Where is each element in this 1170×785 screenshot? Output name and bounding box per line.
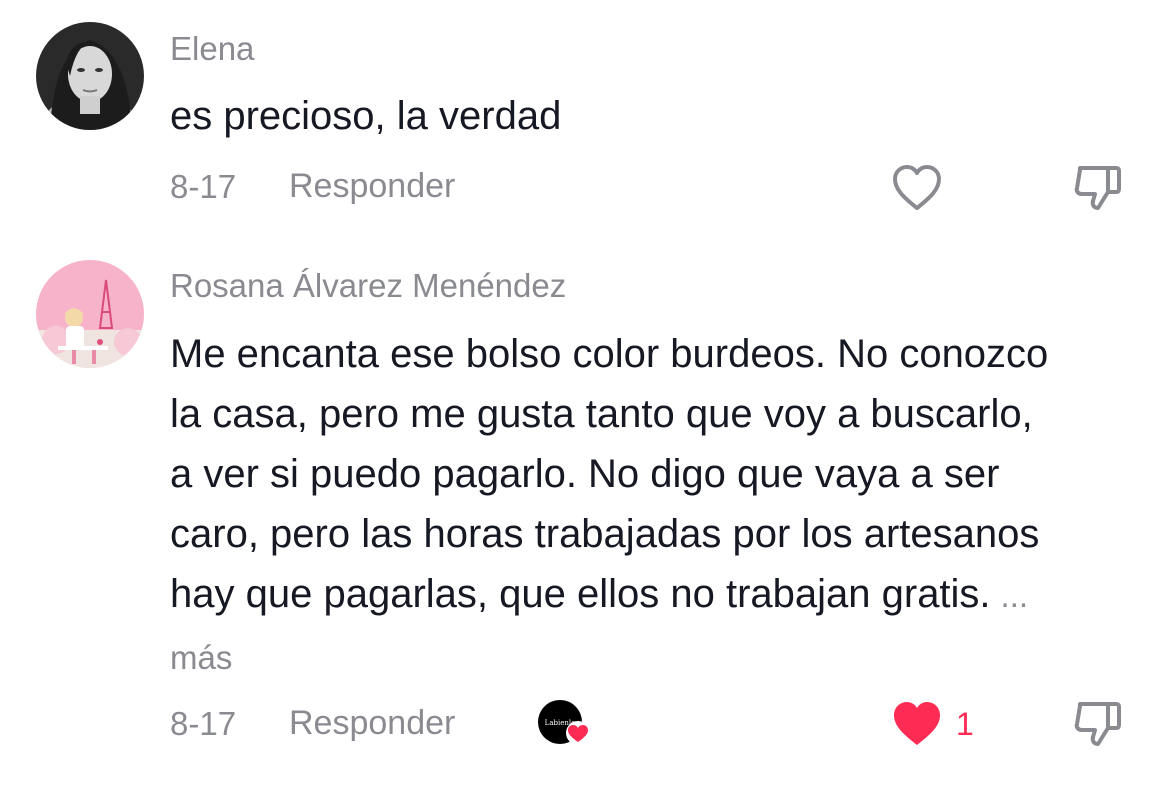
- creator-liked-badge: Labienlo: [536, 696, 592, 752]
- comment-text: Me encanta ese bolso color burdeos. No c…: [170, 324, 1060, 688]
- comment-text-content: Me encanta ese bolso color burdeos. No c…: [170, 332, 1049, 616]
- avatar[interactable]: [36, 260, 144, 368]
- comment-date: 8-17: [170, 705, 237, 742]
- comment-username[interactable]: Rosana Álvarez Menéndez: [170, 267, 566, 305]
- heart-filled-icon[interactable]: [891, 700, 943, 748]
- comment-item: Rosana Álvarez Menéndez Me encanta ese b…: [0, 240, 1170, 785]
- dislike-icon[interactable]: [1072, 698, 1124, 750]
- heart-outline-icon[interactable]: [891, 164, 943, 212]
- comment-text: es precioso, la verdad: [170, 94, 562, 138]
- dislike-icon[interactable]: [1072, 162, 1124, 214]
- comment-username[interactable]: Elena: [170, 30, 254, 68]
- avatar[interactable]: [36, 22, 144, 130]
- like-count: 1: [956, 706, 974, 742]
- reply-button[interactable]: Responder: [289, 704, 455, 743]
- reply-button[interactable]: Responder: [289, 167, 455, 206]
- comment-item: Elena es precioso, la verdad 8-17 Respon…: [0, 0, 1170, 240]
- comment-date: 8-17: [170, 168, 237, 205]
